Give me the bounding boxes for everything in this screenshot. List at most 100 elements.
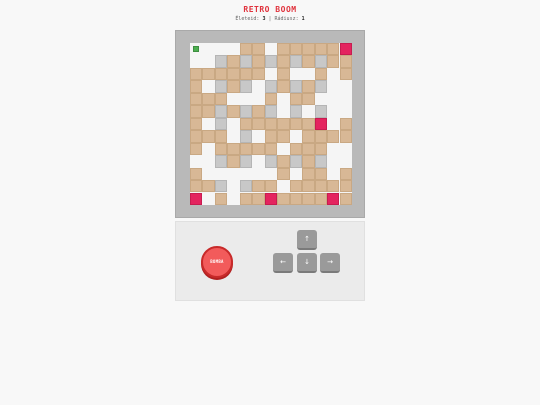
breakable-block [239,67,253,81]
right-arrow-button[interactable]: → [320,253,340,273]
breakable-block [314,67,327,81]
breakable-block [277,130,290,143]
wall-block [289,155,303,168]
breakable-block [202,92,215,106]
breakable-block [339,180,352,193]
wall-block [214,180,228,193]
wall-block [214,80,228,93]
wall-block [289,105,303,118]
breakable-block [327,55,340,68]
breakable-block [277,80,290,93]
wall-block [264,155,278,168]
breakable-block [264,142,278,156]
breakable-block [314,43,327,56]
breakable-block [252,142,265,156]
breakable-block [252,67,265,81]
breakable-block [339,67,352,81]
breakable-block [227,80,240,93]
wall-block [289,80,303,93]
breakable-block [252,180,265,193]
breakable-block [289,117,303,131]
bomb-button[interactable]: BOMBA [201,246,233,278]
breakable-block [277,155,290,168]
breakable-block [202,105,215,118]
down-arrow-button[interactable]: ↓ [297,253,317,273]
breakable-block [302,92,315,106]
breakable-block [314,192,327,205]
wall-block [264,80,278,93]
breakable-block [277,43,290,56]
breakable-block [252,192,265,205]
wall-block [239,105,253,118]
stats-bar: Életeid: 3 | Rádiusz: 1 [0,16,540,22]
breakable-block [277,67,290,81]
breakable-block [239,117,253,131]
enemy [339,43,352,56]
breakable-block [302,130,315,143]
breakable-block [277,167,290,180]
breakable-block [302,155,315,168]
breakable-block [289,92,303,106]
breakable-block [302,180,315,193]
breakable-block [302,43,315,56]
breakable-block [314,130,327,143]
breakable-block [214,192,228,205]
breakable-block [289,192,303,205]
breakable-block [252,43,265,56]
player [193,46,199,52]
stats-separator: | [268,16,272,22]
lives-label: Életeid: [235,16,260,22]
breakable-block [239,142,253,156]
breakable-block [289,180,303,193]
breakable-block [190,167,203,180]
wall-block [239,80,253,93]
breakable-block [327,130,340,143]
wall-block [214,55,228,68]
wall-block [314,155,327,168]
breakable-block [227,142,240,156]
wall-block [314,55,327,68]
up-arrow-button[interactable]: ↑ [297,230,317,250]
breakable-block [239,43,253,56]
breakable-block [190,105,203,118]
breakable-block [227,67,240,81]
breakable-block [252,55,265,68]
breakable-block [327,180,340,193]
breakable-block [339,117,352,131]
wall-block [239,155,253,168]
wall-block [264,105,278,118]
breakable-block [302,192,315,205]
game-title: RETRO BOOM [243,5,297,14]
wall-block [214,117,228,131]
radius-value: 1 [301,16,305,22]
breakable-block [314,167,327,180]
breakable-block [339,167,352,180]
breakable-block [289,142,303,156]
breakable-block [302,142,315,156]
breakable-block [190,80,203,93]
wall-block [314,105,327,118]
breakable-block [227,105,240,118]
wall-block [214,105,228,118]
radius-label: Rádiusz: [274,16,299,22]
breakable-block [202,180,215,193]
breakable-block [227,155,240,168]
wall-block [314,80,327,93]
breakable-block [302,55,315,68]
breakable-block [239,192,253,205]
breakable-block [190,67,203,81]
breakable-block [339,55,352,68]
enemy [190,192,203,205]
breakable-block [202,67,215,81]
breakable-block [302,80,315,93]
left-arrow-button[interactable]: ← [273,253,293,273]
breakable-block [202,130,215,143]
wall-block [264,55,278,68]
breakable-block [302,167,315,180]
breakable-block [264,117,278,131]
enemy [264,192,278,205]
breakable-block [252,117,265,131]
breakable-block [214,67,228,81]
wall-block [214,155,228,168]
game-board-frame [175,30,365,218]
